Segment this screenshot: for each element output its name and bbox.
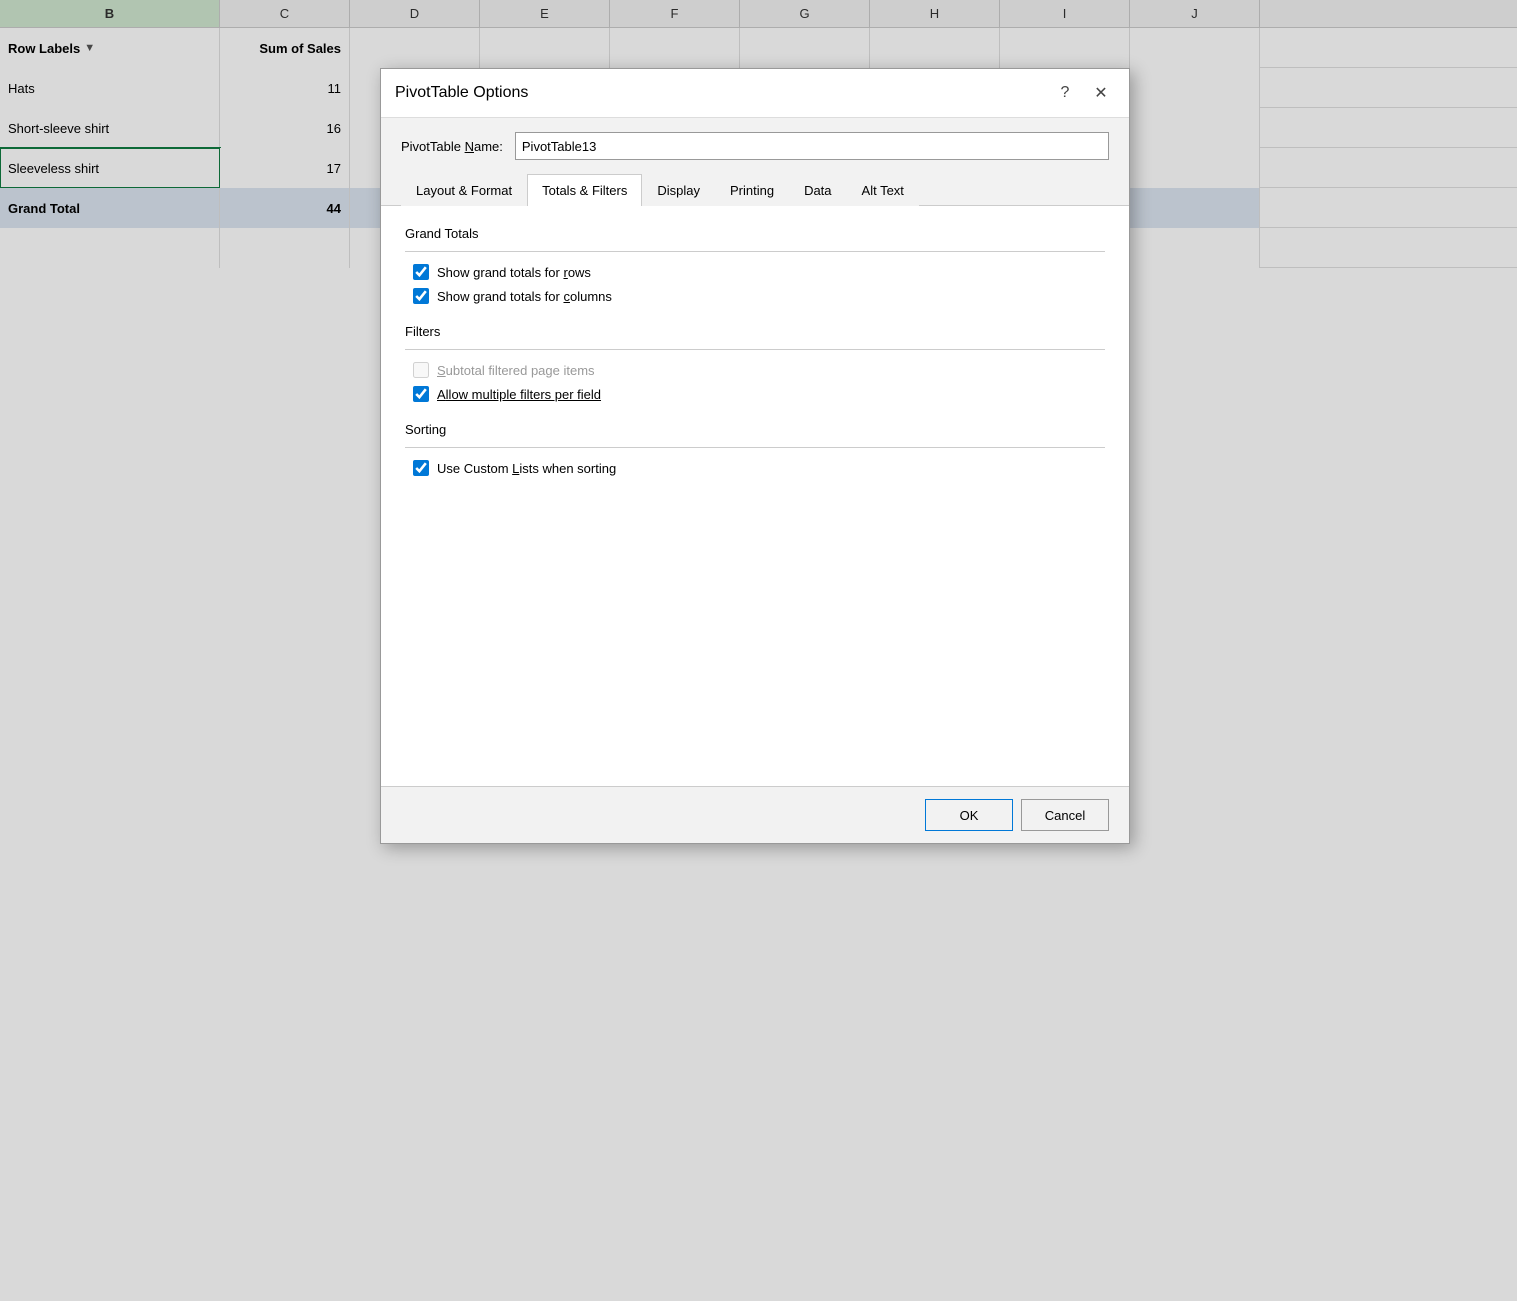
show-grand-totals-cols-row: Show grand totals for columns	[405, 288, 1105, 304]
help-button[interactable]: ?	[1051, 79, 1079, 107]
tab-layout-format[interactable]: Layout & Format	[401, 174, 527, 206]
pivot-table-options-dialog: PivotTable Options ? ✕ PivotTable Name: …	[380, 68, 1130, 844]
allow-multiple-filters-label: Allow multiple filters per field	[437, 387, 601, 402]
show-grand-totals-rows-row: Show grand totals for rows	[405, 264, 1105, 280]
subtotal-filtered-checkbox[interactable]	[413, 362, 429, 378]
cancel-button[interactable]: Cancel	[1021, 799, 1109, 831]
show-grand-totals-rows-checkbox[interactable]	[413, 264, 429, 280]
show-grand-totals-rows-label: Show grand totals for rows	[437, 265, 591, 280]
allow-multiple-filters-row: Allow multiple filters per field	[405, 386, 1105, 402]
sorting-section-title: Sorting	[405, 422, 1105, 437]
dialog-footer: OK Cancel	[381, 786, 1129, 843]
dialog-controls: ? ✕	[1051, 79, 1115, 107]
dialog-titlebar: PivotTable Options ? ✕	[381, 69, 1129, 118]
grand-totals-divider	[405, 251, 1105, 252]
tab-totals-filters[interactable]: Totals & Filters	[527, 174, 642, 206]
subtotal-filtered-label: Subtotal filtered page items	[437, 363, 595, 378]
name-row: PivotTable Name:	[381, 118, 1129, 174]
pivot-table-name-input[interactable]	[515, 132, 1109, 160]
ok-button[interactable]: OK	[925, 799, 1013, 831]
allow-multiple-filters-checkbox[interactable]	[413, 386, 429, 402]
tab-alt-text[interactable]: Alt Text	[847, 174, 919, 206]
grand-totals-section-title: Grand Totals	[405, 226, 1105, 241]
dialog-title: PivotTable Options	[395, 84, 528, 102]
sorting-divider	[405, 447, 1105, 448]
custom-lists-sorting-checkbox[interactable]	[413, 460, 429, 476]
dialog-tabs: Layout & Format Totals & Filters Display…	[381, 174, 1129, 206]
subtotal-filtered-row: Subtotal filtered page items	[405, 362, 1105, 378]
filters-section-title: Filters	[405, 324, 1105, 339]
show-grand-totals-cols-label: Show grand totals for columns	[437, 289, 612, 304]
name-label: PivotTable Name:	[401, 139, 503, 154]
tab-display[interactable]: Display	[642, 174, 715, 206]
filters-divider	[405, 349, 1105, 350]
tab-printing[interactable]: Printing	[715, 174, 789, 206]
show-grand-totals-cols-checkbox[interactable]	[413, 288, 429, 304]
dialog-body: Grand Totals Show grand totals for rows …	[381, 206, 1129, 786]
close-button[interactable]: ✕	[1087, 79, 1115, 107]
custom-lists-sorting-label: Use Custom Lists when sorting	[437, 461, 616, 476]
custom-lists-sorting-row: Use Custom Lists when sorting	[405, 460, 1105, 476]
tab-data[interactable]: Data	[789, 174, 846, 206]
